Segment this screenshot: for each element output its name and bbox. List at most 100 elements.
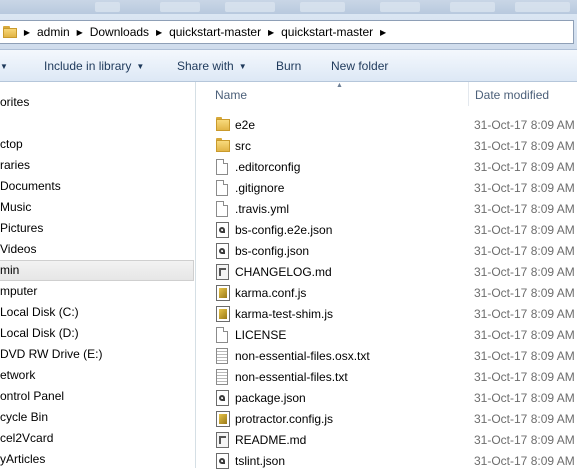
file-icon <box>216 201 228 217</box>
column-divider[interactable] <box>468 82 469 106</box>
file-row[interactable]: protractor.config.js 31-Oct-17 8:09 AM <box>196 408 577 429</box>
chevron-down-icon: ▼ <box>238 62 247 71</box>
file-name: tslint.json <box>235 454 286 468</box>
file-name: CHANGELOG.md <box>235 265 332 279</box>
sort-ascending-icon: ▲ <box>336 82 343 89</box>
selected-highlight <box>0 260 194 281</box>
file-date: 31-Oct-17 8:09 AM <box>474 118 575 132</box>
file-row[interactable]: README.md 31-Oct-17 8:09 AM <box>196 429 577 450</box>
file-name: protractor.config.js <box>235 412 334 426</box>
navigation-pane: orites ctop raries Documents Music Pictu… <box>0 82 196 468</box>
nav-item-admin[interactable]: min <box>0 260 19 280</box>
file-name: package.json <box>235 391 306 405</box>
file-row[interactable]: bs-config.json 31-Oct-17 8:09 AM <box>196 240 577 261</box>
json-icon <box>216 390 229 406</box>
nav-item-libraries[interactable]: raries <box>0 155 30 175</box>
file-name: non-essential-files.osx.txt <box>235 349 370 363</box>
nav-item-pictures[interactable]: Pictures <box>0 218 43 238</box>
file-icon <box>216 159 228 175</box>
nav-item-myarticles[interactable]: yArticles <box>0 449 45 469</box>
chevron-right-icon[interactable]: ▶ <box>264 28 278 37</box>
breadcrumb-quickstart-master[interactable]: quickstart-master <box>166 25 264 39</box>
share-with-button[interactable]: Share with ▼ <box>177 59 247 73</box>
file-row[interactable]: bs-config.e2e.json 31-Oct-17 8:09 AM <box>196 219 577 240</box>
chevron-right-icon[interactable]: ▶ <box>73 28 87 37</box>
file-date: 31-Oct-17 8:09 AM <box>474 202 575 216</box>
file-row[interactable]: .travis.yml 31-Oct-17 8:09 AM <box>196 198 577 219</box>
chevron-right-icon[interactable]: ▶ <box>20 28 34 37</box>
json-icon <box>216 243 229 259</box>
file-date: 31-Oct-17 8:09 AM <box>474 433 575 447</box>
nav-item-computer[interactable]: mputer <box>0 281 37 301</box>
file-row[interactable]: CHANGELOG.md 31-Oct-17 8:09 AM <box>196 261 577 282</box>
file-row[interactable]: LICENSE 31-Oct-17 8:09 AM <box>196 324 577 345</box>
nav-item-recycle-bin[interactable]: cycle Bin <box>0 407 48 427</box>
file-name: LICENSE <box>235 328 287 342</box>
file-name: karma.conf.js <box>235 286 307 300</box>
include-in-library-label: Include in library <box>44 59 132 73</box>
blurred-tab <box>160 2 200 12</box>
file-row[interactable]: karma-test-shim.js 31-Oct-17 8:09 AM <box>196 303 577 324</box>
chevron-right-icon[interactable]: ▶ <box>152 28 166 37</box>
chevron-down-icon: ▼ <box>136 62 145 71</box>
column-header-date-modified[interactable]: Date modified <box>475 88 549 102</box>
command-bar: ▼ Include in library ▼ Share with ▼ Burn N… <box>0 50 577 82</box>
breadcrumb-quickstart-master-inner[interactable]: quickstart-master <box>278 25 376 39</box>
chevron-down-icon[interactable]: ▼ <box>0 59 8 73</box>
file-name: non-essential-files.txt <box>235 370 348 384</box>
blurred-tab <box>95 2 120 12</box>
file-date: 31-Oct-17 8:09 AM <box>474 370 575 384</box>
file-list: ▲ Name Date modified e2e 31-Oct-17 8:09 … <box>196 82 577 469</box>
chevron-right-icon[interactable]: ▶ <box>376 28 390 37</box>
file-date: 31-Oct-17 8:09 AM <box>474 454 575 468</box>
burn-button[interactable]: Burn <box>276 59 301 73</box>
breadcrumb[interactable]: ▶ admin ▶ Downloads ▶ quickstart-master … <box>0 20 574 44</box>
nav-item-control-panel[interactable]: ontrol Panel <box>0 386 64 406</box>
file-date: 31-Oct-17 8:09 AM <box>474 286 575 300</box>
nav-item-dvd-drive[interactable]: DVD RW Drive (E:) <box>0 344 102 364</box>
file-row[interactable]: non-essential-files.osx.txt 31-Oct-17 8:… <box>196 345 577 366</box>
file-name: bs-config.json <box>235 244 310 258</box>
file-row[interactable]: karma.conf.js 31-Oct-17 8:09 AM <box>196 282 577 303</box>
column-header-name[interactable]: Name <box>215 88 247 102</box>
blurred-tab <box>225 2 275 12</box>
new-folder-button[interactable]: New folder <box>331 59 388 73</box>
markdown-icon <box>216 432 229 448</box>
breadcrumb-downloads[interactable]: Downloads <box>87 25 152 39</box>
file-row[interactable]: package.json 31-Oct-17 8:09 AM <box>196 387 577 408</box>
nav-item-excel2vcard[interactable]: cel2Vcard <box>0 428 53 448</box>
file-name: src <box>235 139 251 153</box>
text-file-icon <box>216 348 228 364</box>
nav-item-local-disk-c[interactable]: Local Disk (C:) <box>0 302 79 322</box>
file-row[interactable]: src 31-Oct-17 8:09 AM <box>196 135 577 156</box>
file-date: 31-Oct-17 8:09 AM <box>474 307 575 321</box>
blurred-tab <box>515 2 570 12</box>
file-date: 31-Oct-17 8:09 AM <box>474 181 575 195</box>
nav-item-network[interactable]: etwork <box>0 365 35 385</box>
file-row[interactable]: .gitignore 31-Oct-17 8:09 AM <box>196 177 577 198</box>
file-name: README.md <box>235 433 307 447</box>
nav-item-videos[interactable]: Videos <box>0 239 36 259</box>
nav-item-desktop[interactable]: ctop <box>0 134 23 154</box>
nav-item-music[interactable]: Music <box>0 197 31 217</box>
include-in-library-button[interactable]: Include in library ▼ <box>44 59 144 73</box>
file-name: bs-config.e2e.json <box>235 223 333 237</box>
nav-item-documents[interactable]: Documents <box>0 176 61 196</box>
nav-item-local-disk-d[interactable]: Local Disk (D:) <box>0 323 79 343</box>
file-row[interactable]: non-essential-files.txt 31-Oct-17 8:09 A… <box>196 366 577 387</box>
js-icon <box>216 285 230 301</box>
file-name: .gitignore <box>235 181 285 195</box>
js-icon <box>216 411 230 427</box>
file-row[interactable]: e2e 31-Oct-17 8:09 AM <box>196 114 577 135</box>
file-date: 31-Oct-17 8:09 AM <box>474 391 575 405</box>
file-date: 31-Oct-17 8:09 AM <box>474 160 575 174</box>
json-icon <box>216 453 229 469</box>
breadcrumb-admin[interactable]: admin <box>34 25 73 39</box>
file-row[interactable]: .editorconfig 31-Oct-17 8:09 AM <box>196 156 577 177</box>
folder-icon <box>216 117 230 133</box>
file-date: 31-Oct-17 8:09 AM <box>474 328 575 342</box>
file-date: 31-Oct-17 8:09 AM <box>474 223 575 237</box>
js-icon <box>216 306 230 322</box>
nav-item-favorites[interactable]: orites <box>0 92 29 112</box>
file-date: 31-Oct-17 8:09 AM <box>474 265 575 279</box>
